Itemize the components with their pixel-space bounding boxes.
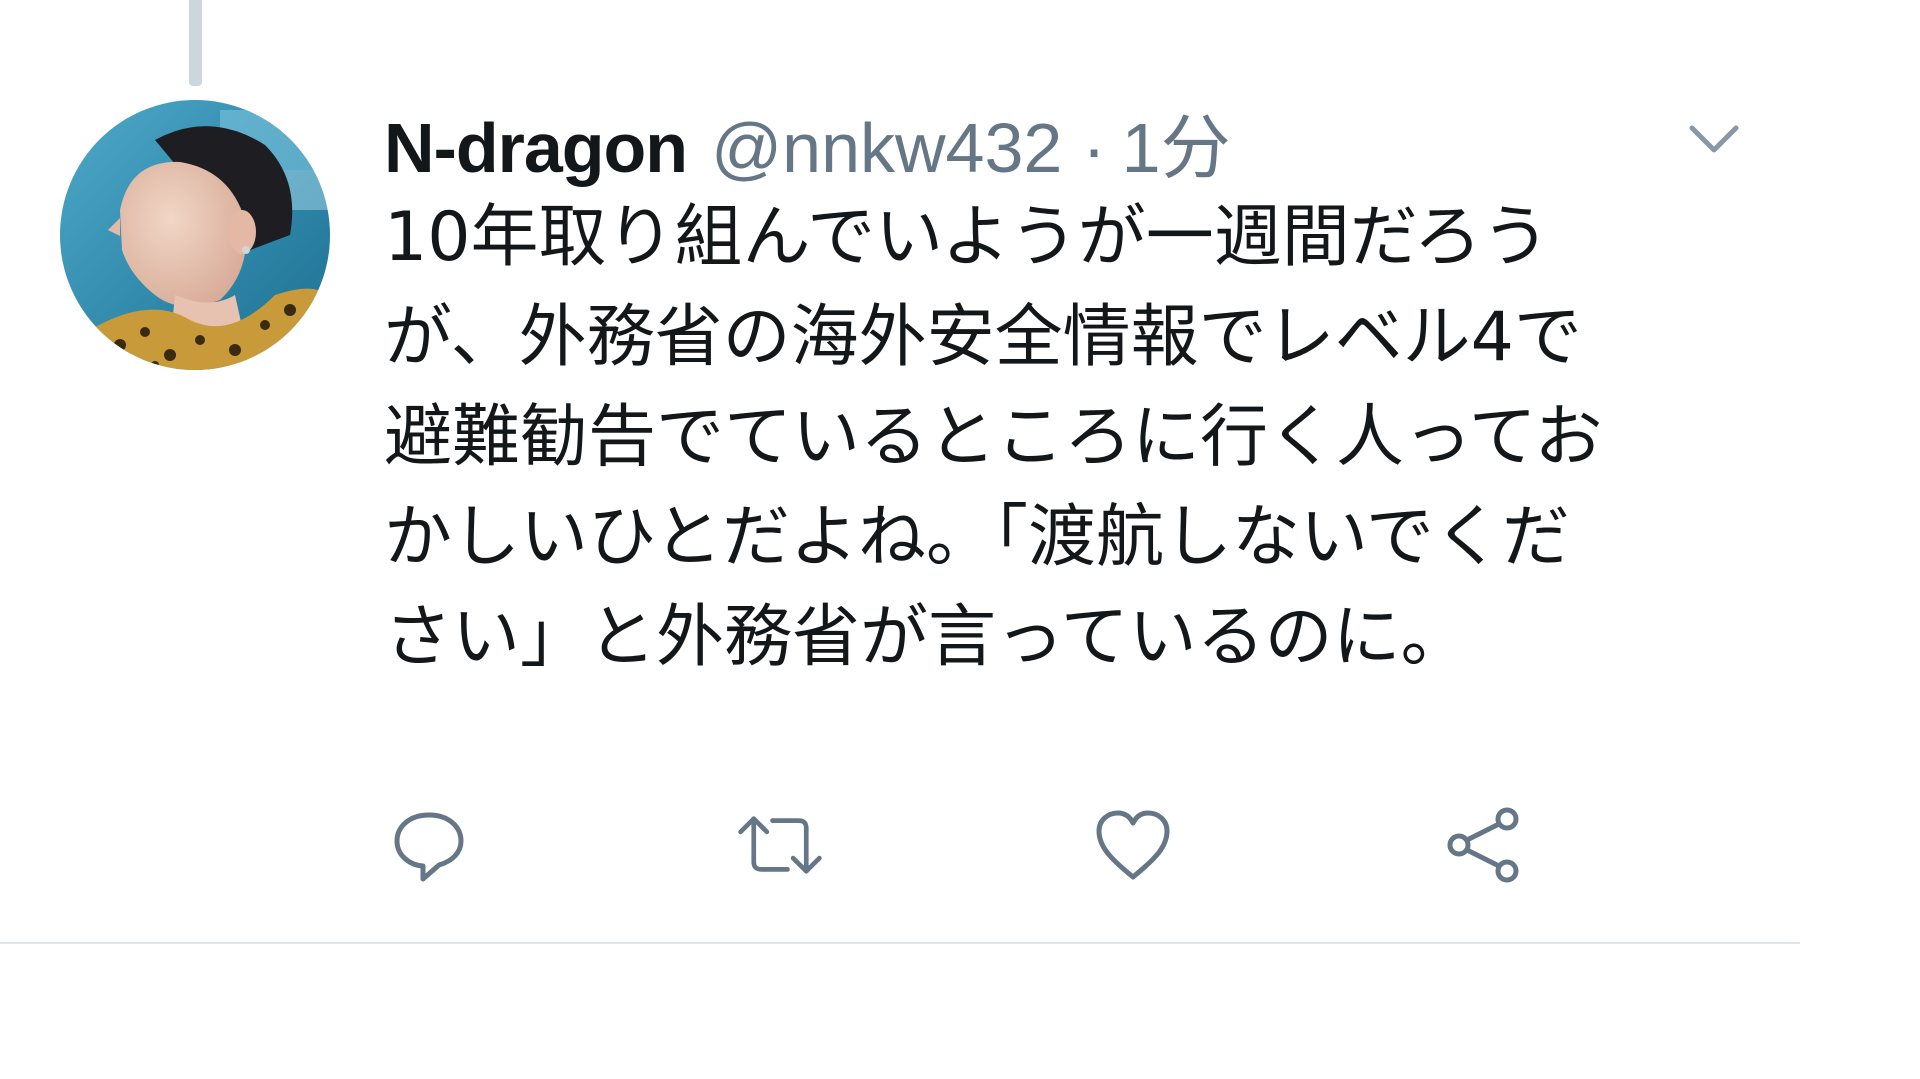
chevron-down-icon: [1689, 125, 1739, 153]
avatar-image: [60, 100, 330, 370]
tweet-text-line: 避難勧告でているところに行く人ってお: [384, 398, 1603, 477]
tweet-header: N-dragon @nnkw432 · 1分: [384, 92, 1231, 187]
timestamp[interactable]: 1分: [1122, 92, 1231, 193]
tweet-text-line: が、外務省の海外安全情報でレベル4で: [384, 298, 1582, 377]
tweet-text-line: さい」と外務省が言っているのに。: [384, 598, 1469, 677]
separator-dot: ·: [1082, 109, 1106, 187]
retweet-icon: [738, 816, 822, 874]
retweet-button[interactable]: [735, 800, 825, 890]
share-button[interactable]: [1440, 800, 1530, 890]
share-icon: [1447, 807, 1519, 883]
like-button[interactable]: [1088, 800, 1178, 890]
reply-icon: [394, 812, 464, 882]
tweet-text-line: 10年取り組んでいようが一週間だろう: [384, 198, 1550, 277]
display-name[interactable]: N-dragon: [384, 108, 688, 188]
thread-connector-line: [189, 0, 202, 86]
tweet-text-line: かしいひとだよね。「渡航しないでくだ: [384, 498, 1570, 577]
heart-icon: [1096, 810, 1170, 880]
divider: [0, 942, 1800, 944]
tweet-menu-button[interactable]: [1684, 118, 1744, 158]
avatar[interactable]: [60, 100, 330, 370]
user-handle[interactable]: @nnkw432: [711, 108, 1062, 188]
tweet-text: 10年取り組んでいようが一週間だろう が、外務省の海外安全情報でレベル4で 避難…: [384, 188, 1764, 688]
reply-button[interactable]: [384, 800, 474, 890]
tweet-actions: [0, 800, 1920, 890]
